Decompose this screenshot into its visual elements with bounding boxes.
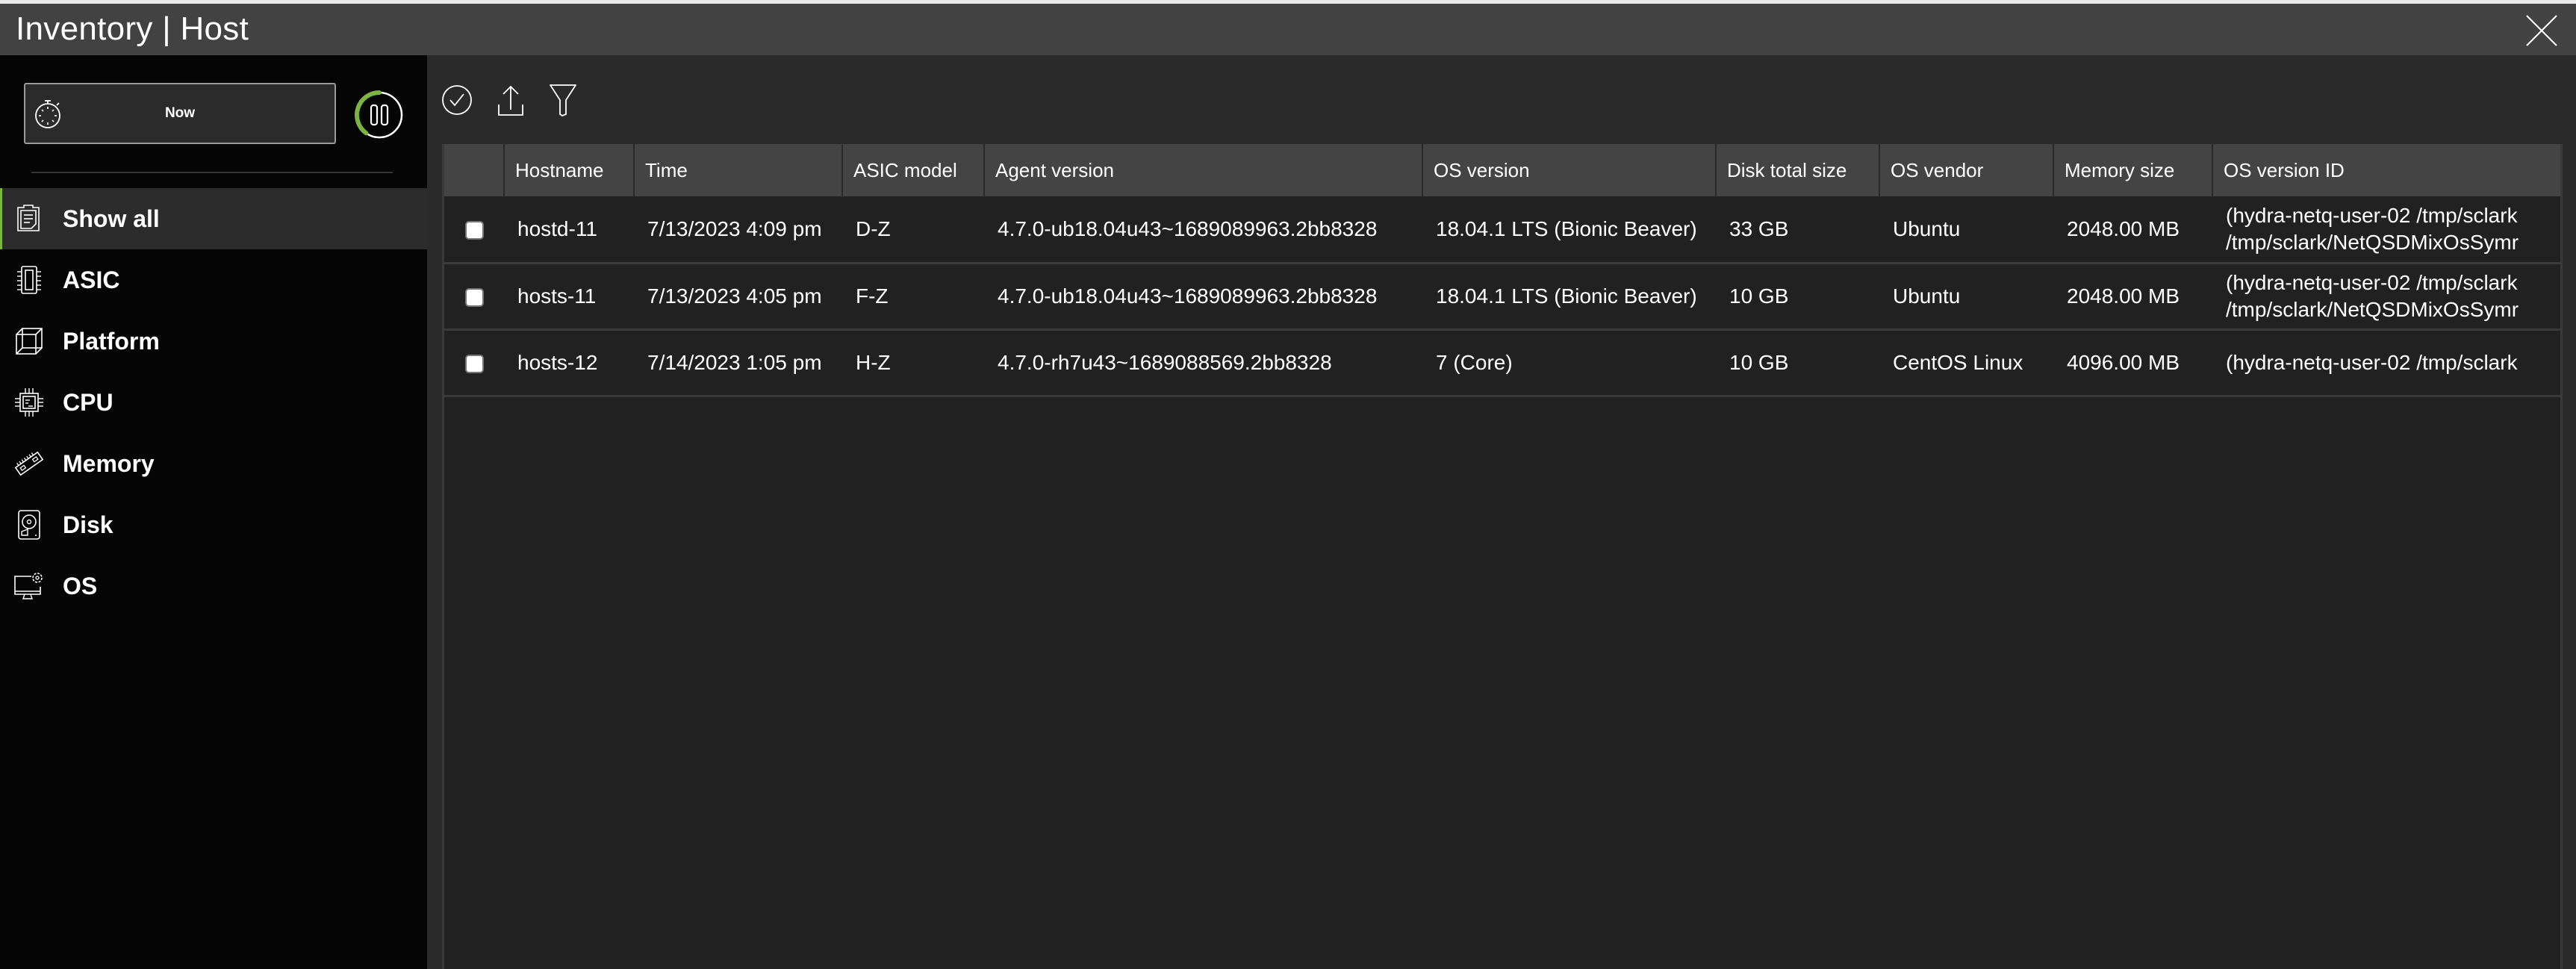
cube-icon [16,328,43,355]
sidebar-item-label: CPU [63,388,113,416]
column-header-memory-size[interactable]: Memory size [2053,144,2212,196]
refresh-progress-ring [355,90,403,139]
cell-os-version-id: (hydra-netq-user-02 /tmp/sclark /tmp/scl… [2212,263,2560,331]
cell-asic-model: D-Z [842,196,984,264]
sidebar-item-asic[interactable]: ASIC [0,249,427,311]
sidebar-nav: Show all ASIC Platform CPU Memory Disk O… [0,188,427,617]
sidebar-divider [31,172,393,173]
filter-button[interactable] [547,82,580,118]
sidebar-item-label: ASIC [63,266,120,293]
cell-time: 7/13/2023 4:09 pm [634,196,842,264]
close-button[interactable] [2525,14,2558,47]
column-header-agent-version[interactable]: Agent version [983,144,1422,196]
pause-refresh-button[interactable] [352,88,406,142]
sidebar-item-platform[interactable]: Platform [0,311,427,372]
cell-time: 7/13/2023 4:05 pm [634,263,842,331]
sidebar-item-disk[interactable]: Disk [0,494,427,555]
cell-asic-model: H-Z [842,329,984,397]
cell-os-version-id: (hydra-netq-user-02 /tmp/sclark [2212,329,2560,397]
sidebar: Now Show all ASIC Platform CPU Memory Di… [0,55,427,969]
sidebar-item-label: Memory [63,449,155,477]
cell-agent-version: 4.7.0-ub18.04u43~1689089963.2bb8328 [984,196,1422,264]
sidebar-item-label: Disk [63,511,113,538]
row-checkbox[interactable] [464,220,484,240]
asic-chip-icon [17,266,41,294]
sidebar-item-label: Show all [63,205,160,232]
time-picker-button[interactable]: Now [24,83,336,144]
cell-hostname: hosts-11 [504,263,634,331]
title-bar: Inventory | Host [0,4,2576,55]
cell-os-version: 18.04.1 LTS (Bionic Beaver) [1422,196,1716,264]
sidebar-item-cpu[interactable]: CPU [0,372,427,433]
column-header-os-vendor[interactable]: OS vendor [1879,144,2053,196]
column-header-os-version[interactable]: OS version [1422,144,1716,196]
column-header-disk-total-size[interactable]: Disk total size [1715,144,1879,196]
memory-stick-icon [14,451,44,476]
clipboard-icon [17,205,40,231]
cell-memory-size: 4096.00 MB [2053,329,2212,397]
table-header-row: Hostname Time ASIC model Agent version O… [444,144,2560,196]
cell-os-version: 18.04.1 LTS (Bionic Beaver) [1422,263,1716,331]
sidebar-item-label: OS [63,572,98,599]
column-header-select[interactable] [444,144,504,196]
cell-os-version: 7 (Core) [1422,329,1716,397]
cell-time: 7/14/2023 1:05 pm [634,329,842,397]
table-row[interactable]: hostd-11 7/13/2023 4:09 pm D-Z 4.7.0-ub1… [444,196,2560,264]
sidebar-item-label: Platform [63,327,160,355]
cell-os-vendor: CentOS Linux [1879,329,2053,397]
sidebar-item-os[interactable]: OS [0,555,427,617]
export-button[interactable] [495,82,528,118]
table-row[interactable]: hosts-12 7/14/2023 1:05 pm H-Z 4.7.0-rh7… [444,329,2560,397]
column-header-time[interactable]: Time [633,144,842,196]
table-row[interactable]: hosts-11 7/13/2023 4:05 pm F-Z 4.7.0-ub1… [444,263,2560,331]
column-header-os-version-id[interactable]: OS version ID [2212,144,2560,196]
column-header-hostname[interactable]: Hostname [503,144,634,196]
column-header-asic-model[interactable]: ASIC model [841,144,984,196]
select-all-button[interactable] [441,82,473,118]
monitor-gear-icon [14,573,43,599]
upload-icon [498,85,523,116]
cell-hostname: hostd-11 [504,196,634,264]
host-inventory-table: Hostname Time ASIC model Agent version O… [442,144,2563,969]
refresh-progress-arc [355,90,382,136]
pause-icon [370,104,389,126]
cell-disk-total-size: 10 GB [1716,263,1879,331]
cell-hostname: hosts-12 [504,329,634,397]
row-checkbox[interactable] [464,354,484,373]
close-icon [2526,15,2557,46]
cell-os-vendor: Ubuntu [1879,263,2053,331]
cell-memory-size: 2048.00 MB [2053,263,2212,331]
filter-icon [550,84,576,116]
cell-asic-model: F-Z [842,263,984,331]
cell-agent-version: 4.7.0-rh7u43~1689088569.2bb8328 [984,329,1422,397]
cell-disk-total-size: 33 GB [1716,196,1879,264]
window-title: Inventory | Host [16,10,249,47]
hard-disk-icon [18,510,40,540]
cell-os-version-id: (hydra-netq-user-02 /tmp/sclark /tmp/scl… [2212,196,2560,264]
time-picker-label: Now [164,105,196,121]
check-circle-icon [442,85,472,115]
cell-memory-size: 2048.00 MB [2053,196,2212,264]
cell-agent-version: 4.7.0-ub18.04u43~1689089963.2bb8328 [984,263,1422,331]
sidebar-item-show-all[interactable]: Show all [0,188,427,249]
cpu-icon [15,388,43,417]
cell-os-vendor: Ubuntu [1879,196,2053,264]
sidebar-item-memory[interactable]: Memory [0,433,427,494]
cell-disk-total-size: 10 GB [1716,329,1879,397]
row-checkbox[interactable] [464,287,484,307]
